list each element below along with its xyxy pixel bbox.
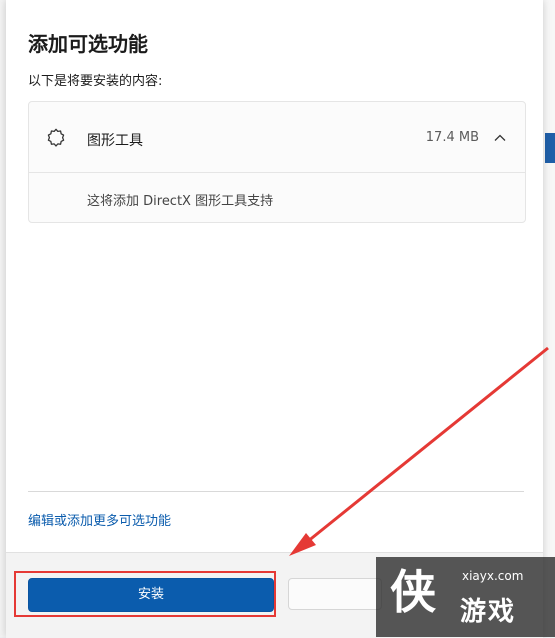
edit-or-add-more-features-link[interactable]: 编辑或添加更多可选功能: [28, 510, 171, 529]
gear-icon: [47, 128, 65, 147]
dialog-title: 添加可选功能: [28, 32, 148, 56]
dialog-subtitle: 以下是将要安装的内容:: [28, 74, 163, 89]
cancel-button[interactable]: [288, 578, 382, 610]
feature-description: 这将添加 DirectX 图形工具支持: [87, 194, 274, 209]
feature-header[interactable]: 图形工具 17.4 MB: [29, 102, 525, 173]
background-accent-chip: [545, 133, 555, 163]
watermark-url: xiayx.com: [462, 569, 524, 583]
watermark: 侠 xiayx.com 游戏: [376, 557, 555, 637]
chevron-up-icon[interactable]: [493, 131, 507, 145]
feature-size: 17.4 MB: [425, 130, 479, 145]
annotation-highlight-box: [14, 571, 276, 617]
add-optional-feature-dialog: 添加可选功能 以下是将要安装的内容: 图形工具 17.4 MB 这将添加 Dir…: [6, 0, 543, 638]
background-window-right-edge: [543, 0, 555, 637]
watermark-text: 游戏: [460, 597, 517, 627]
feature-card: 图形工具 17.4 MB 这将添加 DirectX 图形工具支持: [28, 101, 526, 223]
feature-name: 图形工具: [87, 133, 143, 149]
divider: [28, 491, 524, 492]
watermark-logo: 侠: [390, 565, 436, 619]
